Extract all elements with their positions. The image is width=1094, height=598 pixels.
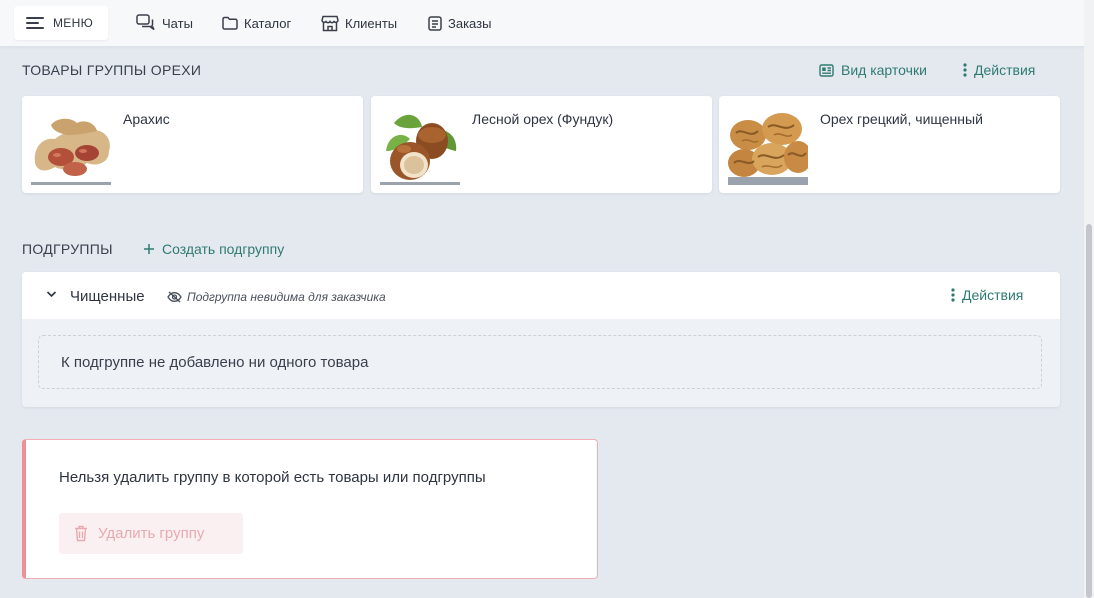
products-actions-button[interactable]: Действия xyxy=(963,62,1035,78)
peanut-image xyxy=(31,105,111,185)
product-card-peanut[interactable]: Арахис xyxy=(22,96,363,193)
delete-warning-message: Нельзя удалить группу в которой есть тов… xyxy=(59,469,486,486)
product-name: Лесной орех (Фундук) xyxy=(472,111,614,127)
menu-button[interactable]: МЕНЮ xyxy=(14,6,108,40)
hamburger-icon xyxy=(26,17,44,29)
nav-clients[interactable]: Клиенты xyxy=(321,0,397,46)
card-view-button[interactable]: Вид карточки xyxy=(819,62,927,78)
empty-text: К подгруппе не добавлено ни одного товар… xyxy=(61,353,369,371)
store-icon xyxy=(321,15,339,31)
subgroup-actions-label: Действия xyxy=(962,287,1024,303)
product-card-walnut[interactable]: Орех грецкий, чищенный xyxy=(719,96,1060,193)
chevron-down-icon[interactable] xyxy=(46,290,57,298)
subgroup-name: Чищенные xyxy=(70,288,145,305)
scrollbar[interactable] xyxy=(1084,0,1094,598)
nav-catalog[interactable]: Каталог xyxy=(222,0,291,46)
hazelnut-image xyxy=(380,105,460,185)
delete-group-button[interactable]: Удалить группу xyxy=(59,513,243,554)
create-subgroup-label: Создать подгруппу xyxy=(162,241,285,257)
subgroup-panel: Чищенные Подгруппа невидима для заказчик… xyxy=(22,272,1060,407)
document-icon xyxy=(428,15,442,31)
subgroup-empty-dropzone: К подгруппе не добавлено ни одного товар… xyxy=(38,335,1042,389)
subgroup-header[interactable]: Чищенные Подгруппа невидима для заказчик… xyxy=(22,272,1060,319)
hidden-note-text: Подгруппа невидима для заказчика xyxy=(187,290,386,304)
plus-icon xyxy=(144,244,154,254)
delete-group-panel: Нельзя удалить группу в которой есть тов… xyxy=(22,439,598,579)
walnut-image xyxy=(728,105,808,185)
subgroup-actions-button[interactable]: Действия xyxy=(951,287,1023,303)
product-name: Орех грецкий, чищенный xyxy=(820,111,983,127)
chat-icon xyxy=(136,14,155,31)
products-section-title: ТОВАРЫ ГРУППЫ ОРЕХИ xyxy=(22,62,202,78)
top-bar: МЕНЮ Чаты Каталог Клиенты Заказы xyxy=(0,0,1084,47)
products-actions-label: Действия xyxy=(974,62,1036,78)
subgroup-hidden-note: Подгруппа невидима для заказчика xyxy=(167,290,386,304)
scrollbar-thumb[interactable] xyxy=(1086,224,1092,598)
delete-group-label: Удалить группу xyxy=(98,525,205,542)
product-card-hazelnut[interactable]: Лесной орех (Фундук) xyxy=(371,96,712,193)
nav-chats[interactable]: Чаты xyxy=(136,0,193,46)
product-name: Арахис xyxy=(123,111,170,127)
nav-catalog-label: Каталог xyxy=(244,15,292,31)
card-view-label: Вид карточки xyxy=(841,62,927,78)
create-subgroup-button[interactable]: Создать подгруппу xyxy=(143,241,284,257)
nav-clients-label: Клиенты xyxy=(345,15,398,31)
subgroups-section-title: ПОДГРУППЫ xyxy=(22,241,113,257)
nav-orders[interactable]: Заказы xyxy=(428,0,491,46)
nav-orders-label: Заказы xyxy=(448,15,492,31)
folder-icon xyxy=(222,16,238,30)
kebab-menu-icon xyxy=(963,63,967,77)
nav-chats-label: Чаты xyxy=(162,15,193,31)
trash-icon xyxy=(75,525,87,542)
kebab-menu-icon xyxy=(951,288,955,302)
menu-label: МЕНЮ xyxy=(53,16,93,30)
eye-off-icon xyxy=(167,291,182,303)
id-card-icon xyxy=(819,63,834,77)
